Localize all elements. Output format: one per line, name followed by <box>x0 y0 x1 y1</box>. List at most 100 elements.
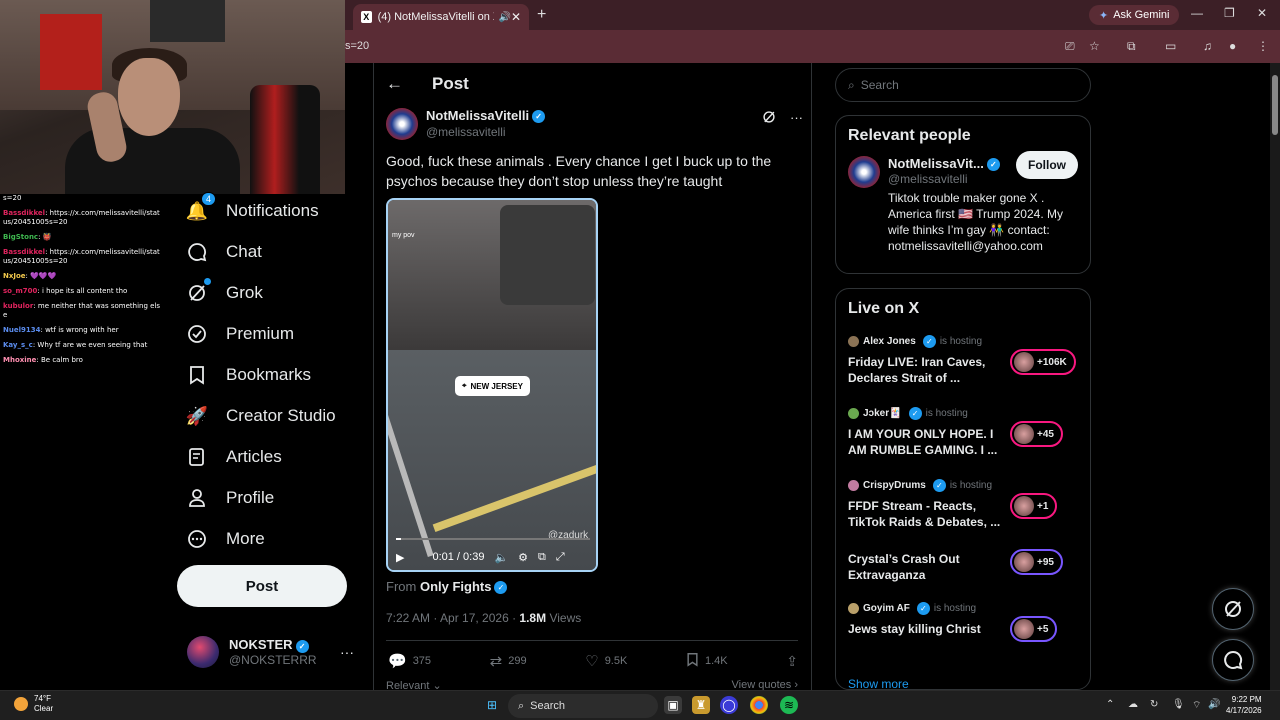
messages-fab[interactable] <box>1212 639 1254 681</box>
video-progress-bar[interactable] <box>396 538 590 540</box>
grok-post-icon[interactable] <box>762 110 776 127</box>
fullscreen-icon[interactable]: ⤢ <box>556 551 565 564</box>
post-actions: 💬 375 ⇄ 299 ♡ 9.5K 1.4K ⇪ <box>388 652 798 671</box>
task-view-icon[interactable]: ▣ <box>664 696 682 714</box>
taskbar-search[interactable]: ⌕ Search <box>508 694 658 718</box>
show-more-link[interactable]: Show more <box>848 677 909 691</box>
address-bar[interactable]: s=20 ⎚ ☆ ⧉ ▭ ♫ ● ⋮ <box>345 30 1280 63</box>
tray-app-icon[interactable]: ☁ <box>1128 699 1138 710</box>
volume-icon[interactable]: 🔈 <box>494 551 508 564</box>
spotify-icon[interactable]: ≋ <box>780 696 798 714</box>
new-tab-button[interactable]: + <box>537 6 546 24</box>
nav-notifications[interactable]: 🔔 4 Notifications <box>186 192 319 222</box>
volume-icon[interactable]: 🔊 <box>1208 699 1220 710</box>
chat-username[interactable]: Bassdikkel <box>3 209 45 217</box>
settings-gear-icon[interactable]: ⚙ <box>518 551 528 564</box>
chat-line: Bassdikkel: https://x.com/melissavitelli… <box>3 209 162 227</box>
nav-chat[interactable]: Chat <box>186 241 262 263</box>
profile-icon[interactable]: ● <box>1229 39 1236 53</box>
search-input[interactable]: ⌕ Search <box>835 68 1091 102</box>
chat-username[interactable]: kubulor <box>3 302 33 310</box>
windows-start-icon[interactable]: ⊞ <box>483 696 501 714</box>
grok-icon <box>186 278 211 304</box>
chat-username[interactable]: so_m700 <box>3 287 37 295</box>
nav-creator-studio[interactable]: 🚀 Creator Studio <box>186 405 336 427</box>
person-name[interactable]: NotMelissaVit... <box>888 156 984 171</box>
star-icon[interactable]: ☆ <box>1089 39 1100 53</box>
post-author[interactable]: NotMelissaVitelli ✓ @melissavitelli <box>386 108 546 140</box>
chat-username[interactable]: Bassdikkel <box>3 248 45 256</box>
chrome-icon[interactable] <box>750 696 768 714</box>
tab-title: (4) NotMelissaVitelli on X: " <box>377 11 495 23</box>
person-avatar[interactable] <box>848 156 880 188</box>
tray-app-icon[interactable]: ↻ <box>1150 699 1158 710</box>
live-space-item[interactable]: Goyim AF ✓ is hosting Jews stay killing Chr… <box>848 602 1083 642</box>
microphone-icon[interactable]: 🎙 <box>1172 699 1185 710</box>
close-tab-icon[interactable]: ✕ <box>511 10 521 24</box>
cast-icon[interactable]: ⎚ <box>1065 39 1075 54</box>
author-handle[interactable]: @melissavitelli <box>426 125 545 139</box>
post-header: ← Post <box>386 74 469 94</box>
listener-avatar <box>1014 424 1034 444</box>
nav-grok[interactable]: Grok <box>186 278 263 304</box>
kebab-menu-icon[interactable]: ⋮ <box>1257 39 1269 53</box>
bookmark-button[interactable]: 1.4K <box>686 652 728 670</box>
pip-icon[interactable]: ⧉ <box>538 551 546 564</box>
play-icon[interactable]: ▶ <box>396 551 404 564</box>
person-handle[interactable]: @melissavitelli <box>888 172 968 186</box>
like-button[interactable]: ♡ 9.5K <box>585 652 627 670</box>
extensions-icon[interactable]: ⧉ <box>1127 39 1136 54</box>
page-scrollbar[interactable] <box>1270 63 1280 690</box>
live-space-item[interactable]: Jɔker🃏 ✓ is hosting I AM YOUR ONLY HOPE. I … <box>848 407 1083 458</box>
repost-button[interactable]: ⇄ 299 <box>490 652 527 670</box>
tray-chevron-icon[interactable]: ⌃ <box>1106 699 1114 710</box>
chat-username[interactable]: Nuel9134 <box>3 326 40 334</box>
nav-premium[interactable]: Premium <box>186 323 294 345</box>
listener-count: +1 <box>1037 500 1049 512</box>
chat-line: kubulor: me neither that was something e… <box>3 302 162 320</box>
nav-label: Articles <box>226 447 282 466</box>
post-compose-button[interactable]: Post <box>177 565 347 607</box>
post-timestamp[interactable]: 7:22 AM · Apr 17, 2026 · <box>386 611 516 625</box>
source-attribution: From Only Fights ✓ <box>386 579 508 595</box>
back-arrow-icon[interactable]: ← <box>386 74 404 94</box>
post-more-icon[interactable]: ··· <box>790 110 803 127</box>
account-more-icon[interactable]: ··· <box>340 644 354 660</box>
account-switcher[interactable]: NOKSTER ✓ @NOKSTERRR <box>187 636 317 668</box>
author-avatar[interactable] <box>386 108 418 140</box>
source-link[interactable]: Only Fights <box>420 579 492 594</box>
author-name[interactable]: NotMelissaVitelli <box>426 108 529 123</box>
speaker-icon[interactable]: 🔊 <box>498 12 510 23</box>
repost-icon: ⇄ <box>489 653 503 670</box>
app-icon[interactable]: ◯ <box>720 696 738 714</box>
sidepanel-icon[interactable]: ▭ <box>1165 39 1176 53</box>
grok-fab[interactable] <box>1212 588 1254 630</box>
reply-button[interactable]: 💬 375 <box>388 652 431 670</box>
game-app-icon[interactable]: ♜ <box>692 696 710 714</box>
video-player[interactable]: my pov ⌖ NEW JERSEY @zadurk ▶ 0:01 / 0:3… <box>386 198 598 572</box>
minimize-icon[interactable]: — <box>1191 6 1203 20</box>
browser-tab[interactable]: X (4) NotMelissaVitelli on X: " 🔊 ✕ <box>353 4 529 30</box>
live-space-item[interactable]: Alex Jones ✓ is hosting Friday LIVE: Iran C… <box>848 335 1083 386</box>
chat-username[interactable]: BigStonc <box>3 233 38 241</box>
nav-profile[interactable]: Profile <box>186 487 274 509</box>
window-close-icon[interactable]: ✕ <box>1257 6 1267 20</box>
wifi-icon[interactable]: ⌔ <box>1192 699 1201 712</box>
restore-icon[interactable]: ❐ <box>1224 6 1235 20</box>
follow-button[interactable]: Follow <box>1016 151 1078 179</box>
nav-articles[interactable]: Articles <box>186 446 282 468</box>
live-space-item[interactable]: Crystal’s Crash Out Extravaganza +95 <box>848 549 1083 583</box>
chat-username[interactable]: Mhoxine <box>3 356 36 364</box>
taskbar-clock[interactable]: 9:22 PM 4/17/2026 <box>1226 694 1262 716</box>
person-bio: Tiktok trouble maker gone X . America fi… <box>888 191 1063 253</box>
ask-gemini-button[interactable]: ✦ Ask Gemini <box>1089 5 1180 25</box>
live-space-item[interactable]: CrispyDrums ✓ is hosting FFDF Stream - Reac… <box>848 479 1083 530</box>
share-button[interactable]: ⇪ <box>786 652 798 670</box>
media-icon[interactable]: ♫ <box>1203 39 1212 53</box>
weather-widget[interactable]: 74°F Clear <box>14 694 53 714</box>
location-sticker: ⌖ NEW JERSEY <box>455 376 530 396</box>
chat-username[interactable]: Kay_s_c <box>3 341 33 349</box>
nav-more[interactable]: More <box>186 528 265 550</box>
nav-bookmarks[interactable]: Bookmarks <box>186 364 311 386</box>
chat-username[interactable]: NxJoe <box>3 272 26 280</box>
